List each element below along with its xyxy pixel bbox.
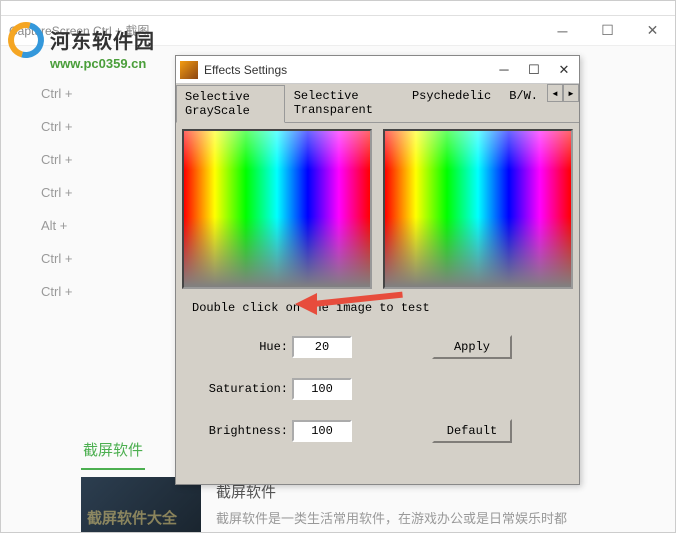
apply-button[interactable]: Apply xyxy=(432,335,512,359)
shortcut-item: Ctrl + xyxy=(41,119,72,134)
hue-row: Hue: Apply xyxy=(192,335,563,359)
saturation-input[interactable] xyxy=(292,378,352,400)
watermark-text: 河东软件园 www.pc0359.cn xyxy=(50,25,155,71)
dialog-minimize-button[interactable]: ─ xyxy=(489,58,519,82)
dialog-controls: ─ ☐ ✕ xyxy=(489,58,579,82)
watermark-logo-icon xyxy=(8,22,44,58)
dialog-maximize-button[interactable]: ☐ xyxy=(519,58,549,82)
brightness-input[interactable] xyxy=(292,420,352,442)
close-button[interactable]: ✕ xyxy=(630,16,675,46)
desc-text: 截屏软件是一类生活常用软件，在游戏办公或是日常娱乐时都 xyxy=(216,508,675,527)
tab-scroll-left-icon[interactable]: ◄ xyxy=(547,84,563,102)
thumbnail-image[interactable]: 截屏软件大全 xyxy=(81,477,201,532)
shortcut-list: Ctrl + Ctrl + Ctrl + Ctrl + Alt + Ctrl +… xyxy=(41,66,72,299)
brightness-label: Brightness: xyxy=(192,424,292,438)
tab-scroll-right-icon[interactable]: ► xyxy=(563,84,579,102)
color-panel-right[interactable] xyxy=(383,129,573,289)
tab-bw[interactable]: B/W. xyxy=(500,84,547,122)
shortcut-item: Ctrl + xyxy=(41,251,72,266)
window-controls: ─ ☐ ✕ xyxy=(540,16,675,46)
tab-psychedelic[interactable]: Psychedelic xyxy=(403,84,500,122)
minimize-button[interactable]: ─ xyxy=(540,16,585,46)
watermark-url: www.pc0359.cn xyxy=(50,56,155,71)
dialog-title: Effects Settings xyxy=(204,63,489,77)
color-panel-left[interactable] xyxy=(182,129,372,289)
annotation-arrow-icon xyxy=(295,294,405,314)
dialog-tabs: Selective GrayScale Selective Transparen… xyxy=(176,84,579,123)
shortcut-item: Ctrl + xyxy=(41,86,72,101)
shortcut-item: Ctrl + xyxy=(41,284,72,299)
color-panels xyxy=(182,129,573,289)
effects-settings-dialog: Effects Settings ─ ☐ ✕ Selective GraySca… xyxy=(175,55,580,485)
shortcut-item: Ctrl + xyxy=(41,185,72,200)
dialog-close-button[interactable]: ✕ xyxy=(549,58,579,82)
tab-selective-grayscale[interactable]: Selective GrayScale xyxy=(176,85,285,123)
thumbnail-description: 截屏软件 截屏软件是一类生活常用软件，在游戏办公或是日常娱乐时都 xyxy=(216,477,675,532)
hue-label: Hue: xyxy=(192,340,292,354)
dialog-icon xyxy=(180,61,198,79)
dialog-titlebar[interactable]: Effects Settings ─ ☐ ✕ xyxy=(176,56,579,84)
bottom-section: 截屏软件大全 截屏软件 截屏软件是一类生活常用软件，在游戏办公或是日常娱乐时都 xyxy=(81,477,675,532)
tab-screenshot-software[interactable]: 截屏软件 xyxy=(81,431,145,470)
form-rows: Hue: Apply Saturation: Brightness: Defau… xyxy=(182,335,573,443)
default-button[interactable]: Default xyxy=(432,419,512,443)
tab-scroll-arrows: ◄ ► xyxy=(547,84,579,122)
shortcut-item: Ctrl + xyxy=(41,152,72,167)
shortcut-item: Alt + xyxy=(41,218,72,233)
saturation-label: Saturation: xyxy=(192,382,292,396)
watermark-cn: 河东软件园 xyxy=(50,25,155,54)
thumbnail-title: 截屏软件大全 xyxy=(87,507,177,528)
brightness-row: Brightness: Default xyxy=(192,419,563,443)
maximize-button[interactable]: ☐ xyxy=(585,16,630,46)
hue-input[interactable] xyxy=(292,336,352,358)
saturation-row: Saturation: xyxy=(192,377,563,401)
tab-selective-transparent[interactable]: Selective Transparent xyxy=(285,84,403,122)
